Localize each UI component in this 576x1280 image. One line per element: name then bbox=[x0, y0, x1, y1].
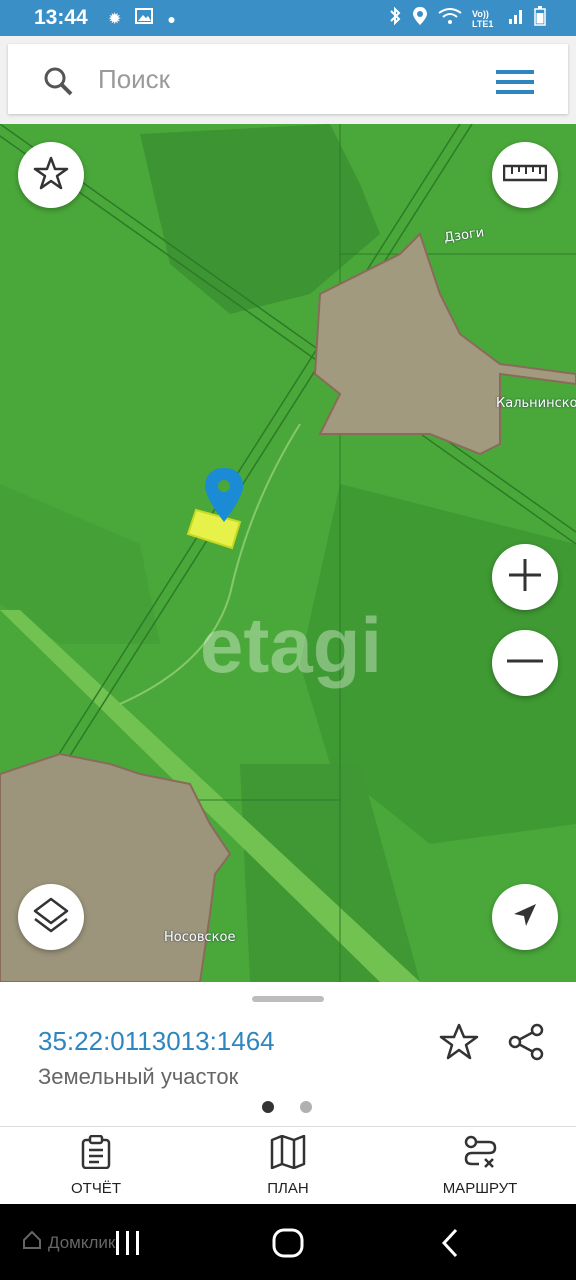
gallery-icon bbox=[135, 8, 154, 29]
pager-dot[interactable] bbox=[262, 1101, 274, 1113]
search-input[interactable]: Поиск bbox=[98, 64, 170, 95]
ruler-icon bbox=[502, 163, 548, 188]
location-icon bbox=[412, 6, 428, 31]
cadastral-number: 35:22:0113013:1464 bbox=[38, 1026, 275, 1056]
signal-icon bbox=[508, 7, 524, 30]
minus-icon bbox=[505, 641, 545, 686]
status-bar: 13:44 ✹ ● Vo)) LTE1 bbox=[0, 0, 576, 36]
bluetooth-icon bbox=[388, 6, 402, 31]
parcel-type: Земельный участок bbox=[38, 1064, 239, 1089]
map-view[interactable]: etagi Дзоги Кальнинское Носовское bbox=[0, 124, 576, 982]
search-box[interactable]: Поиск bbox=[8, 44, 568, 114]
star-icon bbox=[33, 155, 69, 196]
route-icon bbox=[463, 1135, 497, 1174]
map-label-right: Кальнинское bbox=[496, 396, 576, 411]
recent-apps-icon[interactable] bbox=[114, 1230, 142, 1261]
zoom-in-button[interactable] bbox=[492, 544, 558, 610]
map-icon bbox=[270, 1134, 306, 1174]
weather-icon: ✹ bbox=[108, 10, 122, 28]
favorite-star-icon[interactable] bbox=[438, 1022, 480, 1067]
watermark: etagi bbox=[200, 601, 383, 689]
home-icon[interactable] bbox=[272, 1228, 304, 1263]
report-clipboard-icon bbox=[79, 1134, 113, 1174]
zoom-out-button[interactable] bbox=[492, 630, 558, 696]
ruler-button[interactable] bbox=[492, 142, 558, 208]
layers-button[interactable] bbox=[18, 884, 84, 950]
top-bar: Поиск bbox=[0, 36, 576, 124]
network-type: Vo)) LTE1 bbox=[472, 8, 494, 29]
share-icon[interactable] bbox=[506, 1022, 546, 1067]
nav-report[interactable]: ОТЧЁТ bbox=[21, 1134, 171, 1197]
my-location-button[interactable] bbox=[492, 884, 558, 950]
house-icon bbox=[22, 1230, 42, 1255]
favorites-button[interactable] bbox=[18, 142, 84, 208]
wifi-icon bbox=[438, 7, 462, 30]
search-icon[interactable] bbox=[42, 65, 74, 102]
nav-plan[interactable]: ПЛАН bbox=[213, 1134, 363, 1197]
bottom-navigation: ОТЧЁТ ПЛАН МАРШРУТ bbox=[0, 1126, 576, 1205]
dot-indicator-icon: ● bbox=[167, 10, 176, 27]
status-time: 13:44 bbox=[34, 6, 88, 29]
plus-icon bbox=[505, 555, 545, 600]
back-icon[interactable] bbox=[440, 1228, 460, 1263]
pager-dots bbox=[262, 1101, 312, 1113]
parcel-info-sheet[interactable]: 35:22:0113013:1464 Земельный участок bbox=[0, 982, 576, 1126]
pager-dot[interactable] bbox=[300, 1101, 312, 1113]
menu-icon[interactable] bbox=[496, 68, 536, 101]
map-label-bottom: Носовское bbox=[164, 930, 236, 945]
sheet-drag-handle[interactable] bbox=[252, 996, 324, 1002]
navigation-arrow-icon bbox=[512, 902, 538, 933]
battery-icon bbox=[534, 6, 546, 31]
nav-route-label: МАРШРУТ bbox=[442, 1180, 518, 1197]
nav-report-label: ОТЧЁТ bbox=[70, 1180, 121, 1197]
satellite-map bbox=[0, 124, 576, 982]
nav-plan-label: ПЛАН bbox=[267, 1180, 309, 1197]
system-navigation-bar: Домклик bbox=[0, 1204, 576, 1280]
brand-watermark: Домклик bbox=[22, 1230, 115, 1255]
brand-name: Домклик bbox=[48, 1232, 116, 1252]
layers-icon bbox=[31, 895, 71, 940]
nav-route[interactable]: МАРШРУТ bbox=[405, 1135, 555, 1197]
